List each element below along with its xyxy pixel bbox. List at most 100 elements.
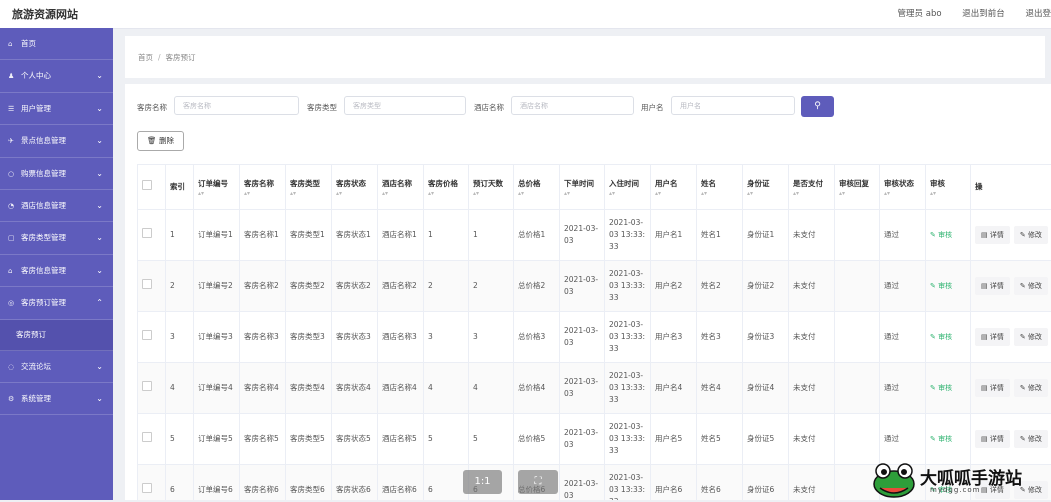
sidebar-item-1[interactable]: ♟个人中心⌄: [0, 60, 113, 92]
table-row[interactable]: 1订单编号1客房名称1客房类型1客房状态1酒店名称111总价格12021-03-…: [138, 210, 1051, 261]
column-header[interactable]: 身份证▴▾: [743, 165, 789, 210]
cell-reply: [835, 363, 880, 414]
sort-icon[interactable]: ▴▾: [428, 190, 464, 197]
detail-button[interactable]: ▤ 详情: [975, 430, 1010, 448]
delete-button[interactable]: 🗑 删除: [137, 131, 184, 151]
cell-index: 6: [166, 465, 194, 501]
row-checkbox[interactable]: [142, 330, 152, 340]
edit-button[interactable]: ✎ 修改: [1014, 277, 1048, 295]
cell-reply: [835, 414, 880, 465]
column-header[interactable]: 预订天数▴▾: [469, 165, 514, 210]
column-header[interactable]: 客房状态▴▾: [332, 165, 378, 210]
edit-button[interactable]: ✎ 修改: [1014, 328, 1048, 346]
sort-icon[interactable]: ▴▾: [884, 190, 921, 197]
detail-button[interactable]: ▤ 详情: [975, 277, 1010, 295]
room-name-input[interactable]: [174, 96, 299, 115]
column-header[interactable]: 姓名▴▾: [697, 165, 743, 210]
audit-link[interactable]: ✎ 审核: [930, 435, 952, 443]
column-header[interactable]: 索引: [166, 165, 194, 210]
sort-icon[interactable]: ▴▾: [244, 190, 281, 197]
sidebar-item-5[interactable]: ◔酒店信息管理⌄: [0, 190, 113, 222]
cell-username: 用户名4: [651, 363, 697, 414]
table-row[interactable]: 4订单编号4客房名称4客房类型4客房状态4酒店名称444总价格42021-03-…: [138, 363, 1051, 414]
sidebar-item-4[interactable]: ○购票信息管理⌄: [0, 158, 113, 190]
edit-button[interactable]: ✎ 修改: [1014, 226, 1048, 244]
row-select-cell: [138, 210, 166, 261]
sidebar-item-bottom-0[interactable]: ◌交流论坛⌄: [0, 351, 113, 383]
column-header[interactable]: 客房名称▴▾: [240, 165, 286, 210]
column-header[interactable]: 审核状态▴▾: [880, 165, 926, 210]
logout-link[interactable]: 退出登: [1025, 7, 1051, 19]
sort-icon[interactable]: ▴▾: [290, 190, 327, 197]
cell-room-status: 客房状态2: [332, 261, 378, 312]
sort-icon[interactable]: ▴▾: [609, 190, 646, 197]
column-header[interactable]: 是否支付▴▾: [789, 165, 835, 210]
audit-link[interactable]: ✎ 审核: [930, 384, 952, 392]
audit-cell: ✎ 审核: [926, 414, 971, 465]
column-header[interactable]: 审核回复▴▾: [835, 165, 880, 210]
column-header[interactable]: 总价格▴▾: [514, 165, 560, 210]
sidebar-item-7[interactable]: ⌂客房信息管理⌄: [0, 255, 113, 287]
sidebar-item-8[interactable]: ◎客房预订管理⌃: [0, 287, 113, 319]
username-input[interactable]: [671, 96, 795, 115]
search-button[interactable]: ⚲: [801, 96, 834, 117]
sort-icon[interactable]: ▴▾: [518, 190, 555, 197]
sort-icon[interactable]: ▴▾: [473, 190, 509, 197]
audit-link[interactable]: ✎ 审核: [930, 282, 952, 290]
room-type-input[interactable]: [344, 96, 466, 115]
actual-size-button[interactable]: 1:1: [463, 470, 502, 494]
audit-link[interactable]: ✎ 审核: [930, 231, 952, 239]
sort-icon[interactable]: ▴▾: [839, 190, 875, 197]
sort-icon[interactable]: ▴▾: [198, 190, 235, 197]
sort-icon[interactable]: ▴▾: [564, 190, 600, 197]
table-row[interactable]: 3订单编号3客房名称3客房类型3客房状态3酒店名称333总价格32021-03-…: [138, 312, 1051, 363]
column-header[interactable]: 客房价格▴▾: [424, 165, 469, 210]
sort-icon[interactable]: ▴▾: [747, 190, 784, 197]
sidebar-subitem-booking[interactable]: 客房预订: [0, 320, 113, 351]
row-checkbox[interactable]: [142, 279, 152, 289]
table-row[interactable]: 5订单编号5客房名称5客房类型5客房状态5酒店名称555总价格52021-03-…: [138, 414, 1051, 465]
column-header[interactable]: 下单时间▴▾: [560, 165, 605, 210]
row-checkbox[interactable]: [142, 228, 152, 238]
select-all-checkbox[interactable]: [142, 180, 152, 190]
column-header[interactable]: 客房类型▴▾: [286, 165, 332, 210]
table-row[interactable]: 2订单编号2客房名称2客房类型2客房状态2酒店名称222总价格22021-03-…: [138, 261, 1051, 312]
sort-icon[interactable]: ▴▾: [930, 190, 966, 197]
breadcrumb-home[interactable]: 首页: [138, 53, 153, 62]
sidebar-item-0[interactable]: ⌂首页: [0, 28, 113, 60]
detail-button[interactable]: ▤ 详情: [975, 379, 1010, 397]
sidebar-item-3[interactable]: ✈景点信息管理⌄: [0, 125, 113, 157]
sort-icon[interactable]: ▴▾: [793, 190, 830, 197]
edit-button[interactable]: ✎ 修改: [1014, 379, 1048, 397]
sidebar-item-2[interactable]: ☰用户管理⌄: [0, 93, 113, 125]
edit-button[interactable]: ✎ 修改: [1014, 430, 1048, 448]
detail-button[interactable]: ▤ 详情: [975, 328, 1010, 346]
column-header[interactable]: 酒店名称▴▾: [378, 165, 424, 210]
cell-price: 5: [424, 414, 469, 465]
sort-icon[interactable]: ▴▾: [382, 190, 419, 197]
sort-icon[interactable]: ▴▾: [701, 190, 738, 197]
detail-button[interactable]: ▤ 详情: [975, 226, 1010, 244]
back-to-front-link[interactable]: 退出到前台: [962, 7, 1005, 19]
column-header[interactable]: 订单编号▴▾: [194, 165, 240, 210]
cell-index: 3: [166, 312, 194, 363]
row-checkbox[interactable]: [142, 483, 152, 493]
cell-room-name: 客房名称2: [240, 261, 286, 312]
hotel-name-input[interactable]: [511, 96, 634, 115]
row-select-cell: [138, 414, 166, 465]
sort-icon[interactable]: ▴▾: [655, 190, 692, 197]
column-header[interactable]: 操: [971, 165, 1051, 210]
chevron-down-icon: ⌄: [96, 60, 103, 92]
row-checkbox[interactable]: [142, 432, 152, 442]
audit-link[interactable]: ✎ 审核: [930, 333, 952, 341]
fullscreen-button[interactable]: ⛶: [518, 470, 558, 494]
row-checkbox[interactable]: [142, 381, 152, 391]
sidebar-item-6[interactable]: ▢客房类型管理⌄: [0, 222, 113, 254]
column-header[interactable]: 用户名▴▾: [651, 165, 697, 210]
sidebar-item-bottom-1[interactable]: ⚙系统管理⌄: [0, 383, 113, 415]
column-header[interactable]: 入住时间▴▾: [605, 165, 651, 210]
admin-user-label[interactable]: 管理员 abo: [898, 7, 942, 19]
sort-icon[interactable]: ▴▾: [336, 190, 373, 197]
column-header[interactable]: 审核▴▾: [926, 165, 971, 210]
cell-hotel: 酒店名称4: [378, 363, 424, 414]
